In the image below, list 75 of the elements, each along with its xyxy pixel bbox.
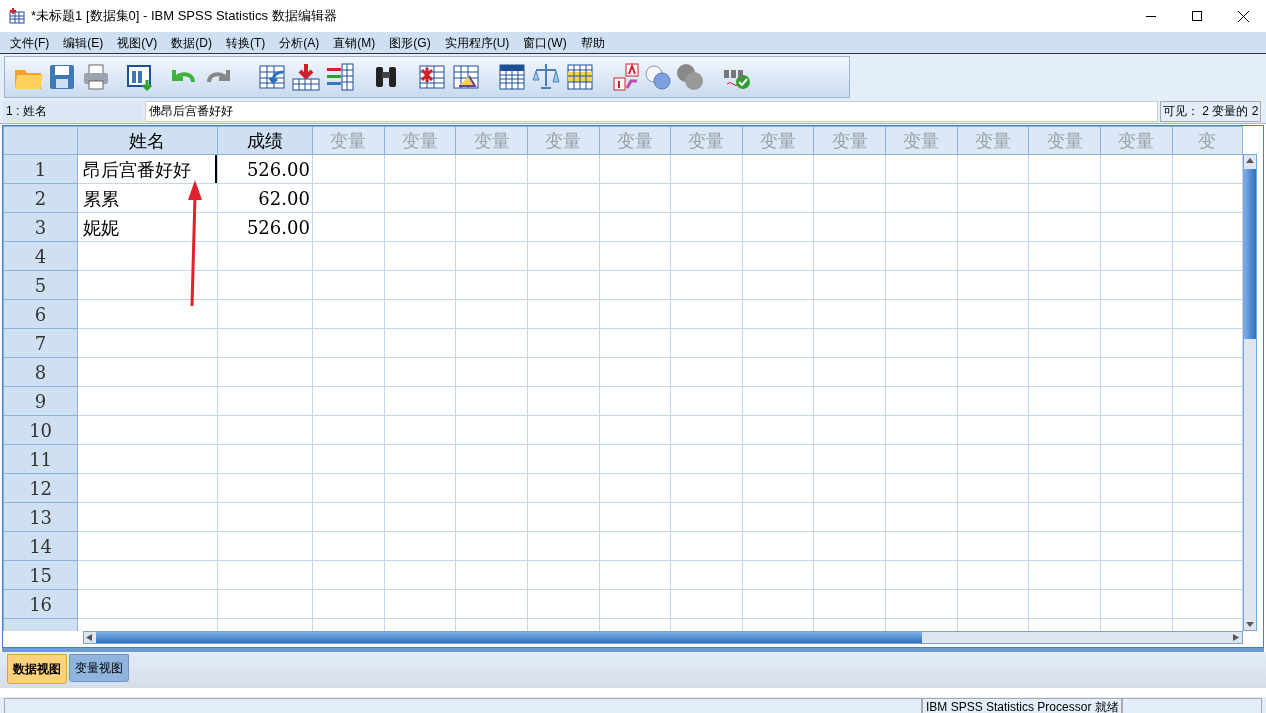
scroll-left-icon[interactable] [86,634,92,641]
name-cell[interactable] [77,502,218,532]
column-header[interactable]: 姓名 [77,126,218,155]
name-cell[interactable] [77,531,218,561]
scrollbar-thumb[interactable] [1244,169,1256,339]
name-cell[interactable] [77,299,218,329]
table-grid-icon[interactable] [565,61,595,92]
row-header[interactable]: 2 [3,183,78,213]
menu-item[interactable]: 转换(T) [219,32,273,53]
row-header[interactable]: 14 [3,531,78,561]
menu-item[interactable]: 窗口(W) [516,32,574,53]
view-tab[interactable]: 数据视图 [7,654,67,684]
app-icon [9,8,25,24]
name-cell[interactable] [77,328,218,358]
cell-reference: 1 : 姓名 [3,100,143,122]
scroll-up-icon[interactable] [1246,158,1254,163]
vertical-scrollbar[interactable] [1243,154,1257,631]
menu-item[interactable]: 视图(V) [110,32,165,53]
cell-editor-field[interactable]: 佛昂后宫番好好 [145,100,1158,122]
insert-cases-icon[interactable] [291,61,321,92]
name-cell[interactable]: 昂后宫番好好 [77,154,218,184]
name-cell[interactable] [77,270,218,300]
menu-item[interactable]: 文件(F) [3,32,57,53]
weight-scale-icon[interactable] [531,61,561,92]
print-icon[interactable] [81,61,111,92]
row-header[interactable]: 16 [3,589,78,619]
menu-item[interactable]: 直销(M) [326,32,383,53]
name-cell[interactable] [77,386,218,416]
visible-variables-count: 可见： 2 变量的 2 [1160,100,1262,122]
menu-item[interactable]: 分析(A) [272,32,327,53]
row-header[interactable]: 9 [3,386,78,416]
scrollbar-thumb[interactable] [96,632,922,643]
minimize-icon [1146,15,1156,17]
row-header[interactable]: 15 [3,560,78,590]
row-header[interactable]: 13 [3,502,78,532]
row-header[interactable]: 7 [3,328,78,358]
menu-item[interactable]: 实用程序(U) [437,32,517,53]
table-cell: 526.00 [246,158,310,180]
menu-item[interactable]: 编辑(E) [56,32,111,53]
name-cell[interactable] [77,560,218,590]
row-header[interactable]: 10 [3,415,78,445]
row-header[interactable]: 6 [3,299,78,329]
status-text: IBM SPSS Statistics Processor 就绪 [922,698,1122,713]
table-cell: 62.00 [258,187,310,209]
close-icon [1237,10,1249,22]
name-cell[interactable]: 妮妮 [77,212,218,242]
overlapping-discs-icon[interactable] [675,61,705,92]
name-cell[interactable] [77,444,218,474]
table-cell: 526.00 [246,216,310,238]
row-header[interactable]: 1 [3,154,78,184]
horizontal-scrollbar[interactable] [83,631,1243,644]
insert-variable-icon[interactable] [325,61,355,92]
variable-sets-icon[interactable] [611,61,641,92]
row-header[interactable]: 5 [3,270,78,300]
menu-item[interactable]: 数据(D) [164,32,219,53]
name-cell[interactable] [77,241,218,271]
name-cell[interactable] [77,357,218,387]
name-cell[interactable] [77,473,218,503]
cell-editor-value: 佛昂后宫番好好 [149,103,233,120]
row-header[interactable]: 3 [3,212,78,242]
row-header[interactable]: 11 [3,444,78,474]
column-header[interactable]: 成绩 [217,126,313,155]
scroll-down-icon[interactable] [1246,622,1254,627]
row-header[interactable]: 8 [3,357,78,387]
menu-item[interactable]: 帮助 [573,32,612,53]
maximize-icon [1192,11,1202,21]
row-header[interactable]: 4 [3,241,78,271]
name-cell[interactable] [77,415,218,445]
name-cell[interactable] [77,589,218,619]
value-labels-icon[interactable] [497,61,527,92]
view-tab[interactable]: 变量视图 [69,654,129,682]
scroll-right-icon[interactable] [1233,634,1239,641]
menu-item[interactable]: 图形(G) [382,32,438,53]
row-header[interactable]: 12 [3,473,78,503]
window-title: *未标题1 [数据集0] - IBM SPSS Statistics 数据编辑器 [31,7,337,26]
